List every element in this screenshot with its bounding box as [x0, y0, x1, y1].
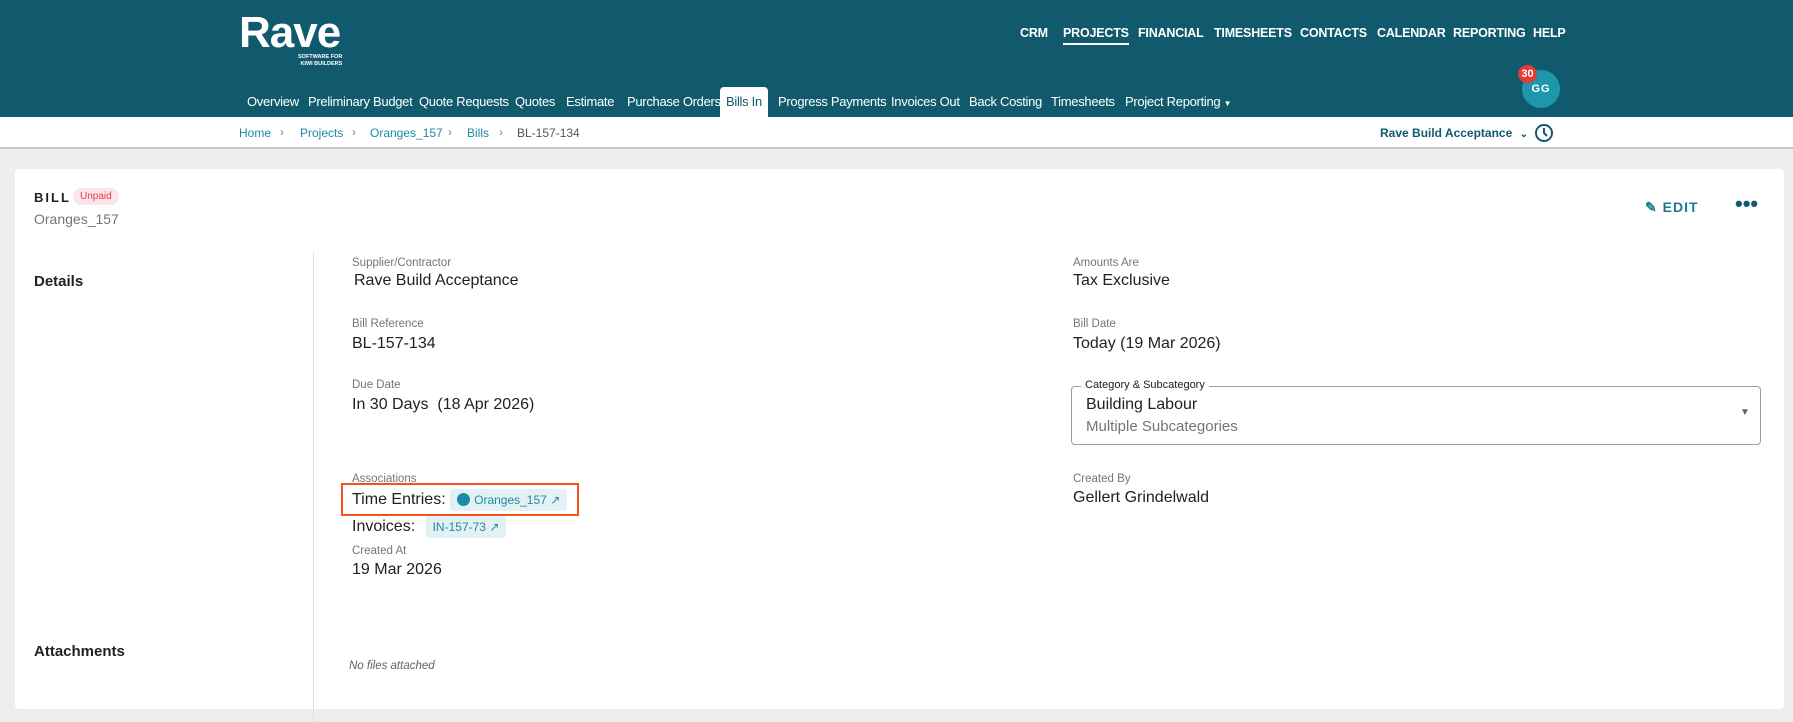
- tab-quote-requests[interactable]: Quote Requests: [419, 94, 509, 117]
- no-files-text: No files attached: [349, 660, 435, 672]
- more-options-icon[interactable]: •••: [1735, 191, 1758, 217]
- breadcrumb-projects[interactable]: Projects: [300, 126, 343, 140]
- time-entry-name: Oranges_157: [474, 493, 547, 507]
- details-heading: Details: [34, 273, 84, 290]
- category-select[interactable]: Category & Subcategory Building Labour M…: [1071, 379, 1761, 445]
- invoice-link[interactable]: IN-157-73 ↗: [425, 516, 507, 538]
- invoices-row: Invoices: IN-157-73 ↗: [352, 516, 507, 538]
- invoice-number: IN-157-73: [432, 520, 486, 534]
- reference-value: BL-157-134: [352, 335, 436, 352]
- topnav-help[interactable]: HELP: [1533, 26, 1566, 40]
- tab-back-costing[interactable]: Back Costing: [969, 94, 1042, 117]
- clock-icon: [457, 493, 471, 506]
- bill-type: BILL: [34, 190, 71, 205]
- category-label: Category & Subcategory: [1081, 379, 1209, 391]
- external-link-icon: ↗: [489, 520, 500, 534]
- time-entry-link[interactable]: Oranges_157 ↗: [450, 489, 568, 511]
- chevron-right-icon: ›: [280, 125, 284, 139]
- clock-icon[interactable]: [1534, 123, 1554, 143]
- chevron-right-icon: ›: [448, 125, 452, 139]
- edit-label: EDIT: [1662, 199, 1699, 215]
- category-value: Building Labour: [1086, 396, 1198, 413]
- bill-card: BILL Unpaid Oranges_157 ✎ EDIT ••• Detai…: [15, 169, 1784, 722]
- amounts-label: Amounts Are: [1073, 257, 1139, 269]
- divider: [313, 252, 314, 722]
- notification-badge[interactable]: 30: [1518, 65, 1537, 83]
- breadcrumb-home[interactable]: Home: [239, 126, 271, 140]
- project-name: Oranges_157: [34, 211, 119, 227]
- tab-project-reporting[interactable]: Project Reporting ▼: [1125, 94, 1232, 117]
- breadcrumb-bills[interactable]: Bills: [467, 126, 489, 140]
- time-entries-label: Time Entries:: [352, 491, 446, 509]
- tab-overview[interactable]: Overview: [247, 94, 299, 117]
- chevron-right-icon: ›: [499, 125, 503, 139]
- chevron-down-icon: ⌄: [1519, 129, 1529, 140]
- dropdown-arrow-icon: ▼: [1740, 407, 1750, 418]
- subcategory-value: Multiple Subcategories: [1086, 418, 1238, 435]
- due-date-label: Due Date: [352, 379, 401, 391]
- tab-progress-payments[interactable]: Progress Payments: [778, 94, 887, 117]
- breadcrumb-project[interactable]: Oranges_157: [370, 126, 443, 140]
- topnav-contacts[interactable]: CONTACTS: [1300, 26, 1367, 40]
- external-link-icon: ↗: [550, 493, 561, 507]
- tab-preliminary-budget[interactable]: Preliminary Budget: [308, 94, 413, 117]
- tab-estimate[interactable]: Estimate: [566, 94, 614, 117]
- tab-purchase-orders[interactable]: Purchase Orders: [627, 94, 721, 117]
- breadcrumb: Home › Projects › Oranges_157 › Bills › …: [0, 117, 1793, 149]
- reference-label: Bill Reference: [352, 318, 424, 330]
- created-by-value: Gellert Grindelwald: [1073, 489, 1210, 506]
- topnav-projects[interactable]: PROJECTS: [1063, 26, 1129, 45]
- bill-date-value: Today (19 Mar 2026): [1073, 335, 1221, 352]
- attachments-heading: Attachments: [34, 643, 125, 660]
- tab-bills-in[interactable]: Bills In: [720, 87, 768, 117]
- supplier-label: Supplier/Contractor: [352, 257, 452, 269]
- due-date-value: In 30 Days (18 Apr 2026): [352, 396, 535, 413]
- tab-invoices-out[interactable]: Invoices Out: [891, 94, 960, 117]
- breadcrumb-current: BL-157-134: [517, 126, 580, 140]
- tab-timesheets[interactable]: Timesheets: [1051, 94, 1115, 117]
- logo-tagline: SOFTWARE FOR KIWI BUILDERS: [298, 54, 343, 67]
- rave-logo[interactable]: Rave: [239, 8, 341, 58]
- status-badge: Unpaid: [73, 188, 119, 205]
- topnav-calendar[interactable]: CALENDAR: [1377, 26, 1446, 40]
- app-header: Rave SOFTWARE FOR KIWI BUILDERS CRM PROJE…: [0, 0, 1793, 117]
- topnav-crm[interactable]: CRM: [1020, 26, 1048, 40]
- bill-date-label: Bill Date: [1073, 318, 1116, 330]
- chevron-right-icon: ›: [352, 125, 356, 139]
- topnav-reporting[interactable]: REPORTING: [1453, 26, 1526, 40]
- topnav-timesheets[interactable]: TIMESHEETS: [1214, 26, 1292, 40]
- amounts-value: Tax Exclusive: [1073, 272, 1170, 289]
- caret-down-icon: ▼: [1223, 99, 1232, 108]
- topnav-financial[interactable]: FINANCIAL: [1138, 26, 1204, 40]
- created-at-value: 19 Mar 2026: [352, 561, 442, 578]
- company-selector[interactable]: Rave Build Acceptance ⌄: [1380, 126, 1528, 140]
- created-at-label: Created At: [352, 545, 407, 557]
- tab-label: Project Reporting: [1125, 94, 1221, 109]
- company-name: Rave Build Acceptance: [1380, 126, 1513, 140]
- tab-quotes[interactable]: Quotes: [515, 94, 555, 117]
- created-by-label: Created By: [1073, 473, 1131, 485]
- invoices-label: Invoices:: [352, 518, 416, 536]
- edit-button[interactable]: ✎ EDIT: [1645, 199, 1699, 216]
- supplier-value: Rave Build Acceptance: [354, 272, 519, 289]
- pencil-icon: ✎: [1645, 199, 1658, 215]
- time-entries-row: Time Entries: Oranges_157 ↗: [352, 489, 568, 511]
